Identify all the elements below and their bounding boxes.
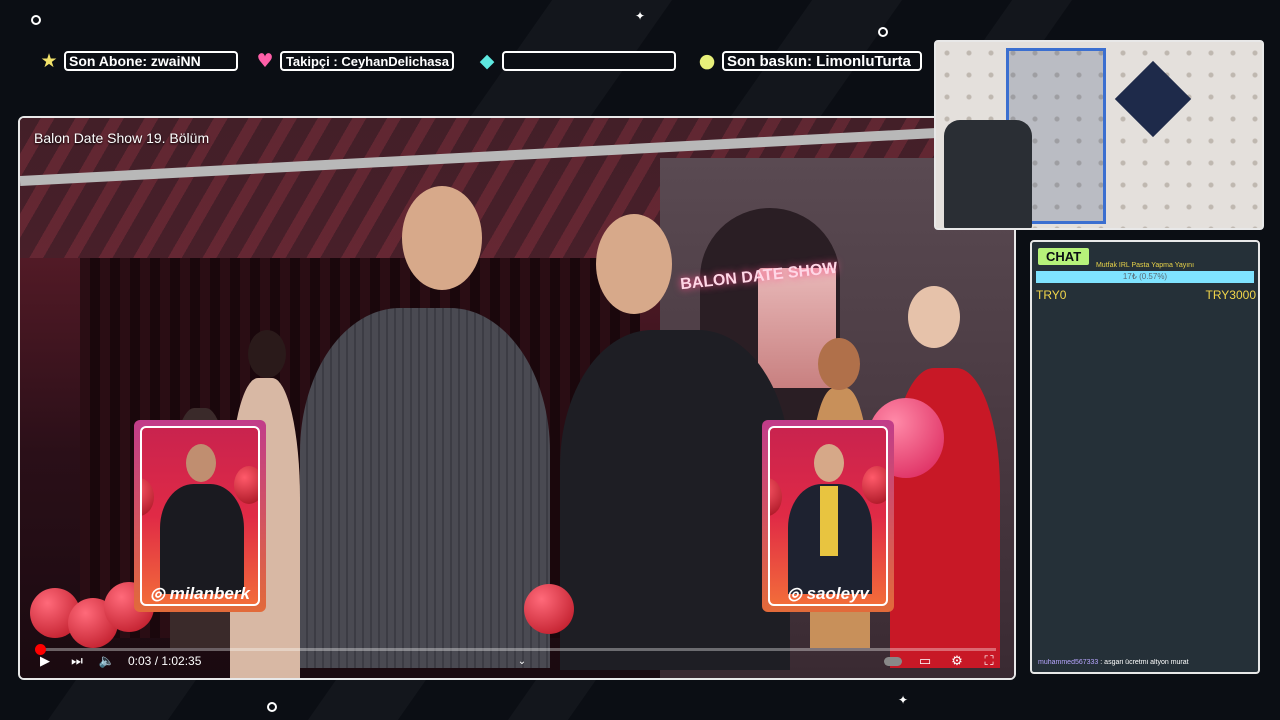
balloon: [234, 466, 258, 504]
video-player[interactable]: BALON DATE SHOW Balon Date Show 19. Bölü…: [18, 116, 1016, 680]
play-icon[interactable]: ▶: [34, 650, 56, 672]
instagram-card-left: ◎ milanberk: [134, 420, 266, 612]
last-follower-text: Son Takipçi : CeyhanDelichasa: [280, 51, 454, 71]
card-photo: [768, 426, 888, 606]
bg-person-head: [908, 286, 960, 348]
chat-message: muhammed567333 : asgari ücretmi altyon m…: [1038, 659, 1254, 666]
host-right: [560, 330, 790, 670]
last-donation-text: [502, 51, 676, 71]
volume-icon[interactable]: 🔈: [96, 650, 118, 672]
webcam-overlay: [934, 40, 1264, 230]
chevron-down-icon[interactable]: ⌄: [514, 650, 530, 672]
captions-icon[interactable]: ▭: [914, 650, 936, 672]
star-icon: ★: [40, 50, 58, 72]
donation-goal-max: TRY3000: [1205, 288, 1256, 302]
decor-dot: [878, 27, 888, 37]
ticker-last-donation: ◆: [476, 50, 676, 72]
balloon: [862, 466, 886, 504]
card-person: [160, 484, 244, 594]
sparkle-icon: ✦: [898, 693, 909, 707]
instagram-icon: ◎: [787, 584, 802, 603]
webcam-gaming-chair: [944, 120, 1032, 228]
host-left-head: [402, 186, 482, 290]
ticker-last-follower: ♥ Son Takipçi : CeyhanDelichasa: [254, 50, 454, 72]
balloon: [142, 478, 154, 516]
chat-panel: CHAT Mutfak IRL Pasta Yapma Yayını 17₺ (…: [1030, 240, 1260, 674]
instagram-handle-left: ◎ milanberk: [150, 584, 250, 603]
lemon-icon: ●: [698, 50, 716, 72]
video-controls: ▶ ⏭ 🔈 0:03 / 1:02:35 ⌄ ▭ ⚙ ⛶: [20, 644, 1014, 678]
heart-icon: ♥: [256, 50, 274, 72]
diamond-icon: ◆: [479, 50, 495, 72]
instagram-icon: ◎: [150, 584, 165, 603]
card-person-head: [186, 444, 216, 482]
last-sub-text: Son Abone: zwaiNN: [64, 51, 238, 71]
bg-person-head: [248, 330, 286, 378]
instagram-card-right: ◎ saoleyv: [762, 420, 894, 612]
autoplay-toggle-icon[interactable]: [882, 650, 904, 672]
balloon: [524, 584, 574, 634]
video-title: Balon Date Show 19. Bölüm: [34, 130, 210, 146]
decor-dot: [31, 15, 41, 25]
bg-person-head: [818, 338, 860, 390]
ticker-last-raid: ● Son baskın: LimonluTurta: [696, 50, 922, 72]
chat-message-text: asgari ücretmi altyon murat: [1104, 659, 1189, 666]
host-right-head: [596, 214, 672, 314]
ticker-last-sub: ★ Son Abone: zwaiNN: [38, 50, 238, 72]
card-person-shirt: [820, 486, 838, 556]
instagram-handle-right: ◎ saoleyv: [787, 584, 869, 603]
sparkle-icon: ✦: [635, 9, 646, 23]
donation-goal-min: TRY0: [1036, 288, 1067, 302]
video-time: 0:03 / 1:02:35: [128, 654, 202, 668]
last-raid-text: Son baskın: LimonluTurta: [722, 51, 922, 71]
fullscreen-icon[interactable]: ⛶: [978, 650, 1000, 672]
balloon: [770, 478, 782, 516]
settings-icon[interactable]: ⚙: [946, 650, 968, 672]
host-left: [300, 308, 550, 668]
next-icon[interactable]: ⏭: [64, 650, 90, 672]
card-photo: [140, 426, 260, 606]
donation-goal-bar: 17₺ (0.57%): [1036, 271, 1254, 283]
donation-goal-title: Mutfak IRL Pasta Yapma Yayını: [1095, 262, 1195, 269]
decor-dot: [267, 702, 277, 712]
card-person-head: [814, 444, 844, 482]
toggle-track: [884, 656, 902, 666]
chat-message-user: muhammed567333: [1038, 659, 1099, 666]
